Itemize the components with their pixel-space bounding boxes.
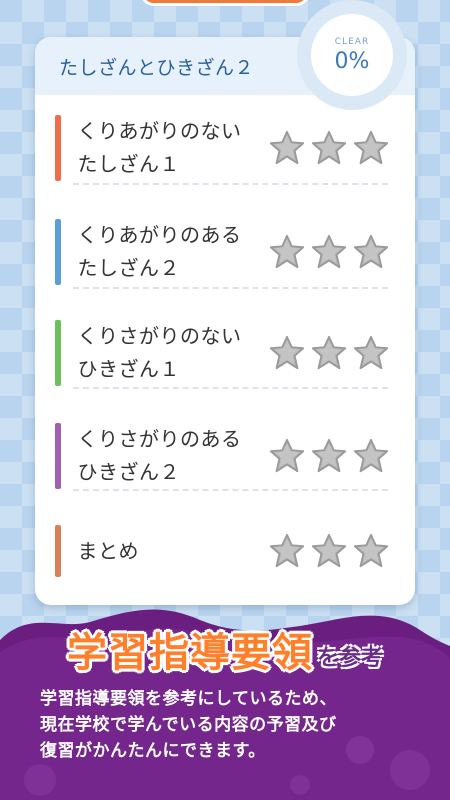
star-icon xyxy=(269,234,305,269)
star-icon xyxy=(311,438,347,473)
clear-percentage: 0% xyxy=(334,48,370,74)
divider xyxy=(73,489,388,491)
clear-badge: CLEAR 0% xyxy=(297,0,407,110)
star-icon xyxy=(353,130,389,165)
star-rating xyxy=(268,129,390,167)
star-icon xyxy=(269,438,305,473)
headline-suffix: を参考 xyxy=(316,646,383,671)
star-icon xyxy=(353,438,389,473)
lesson-title: くりあがりのある たしざん２ xyxy=(77,223,242,280)
divider xyxy=(73,287,388,289)
lesson-item-5[interactable]: まとめ xyxy=(55,525,390,577)
lesson-title: くりさがりのない ひきざん１ xyxy=(77,324,242,381)
star-icon xyxy=(311,533,347,568)
star-icon xyxy=(269,130,305,165)
lesson-item-4[interactable]: くりさがりのある ひきざん２ xyxy=(55,423,390,489)
star-icon xyxy=(311,130,347,165)
clear-label: CLEAR xyxy=(334,36,370,47)
lesson-color-bar xyxy=(55,320,62,386)
promo-description: 学習指導要領を参考にしているため、 現在学校で学んでいる内容の予習及び 復習がか… xyxy=(40,689,337,761)
star-icon xyxy=(311,234,347,269)
top-tab xyxy=(140,0,310,6)
divider xyxy=(73,183,388,185)
star-rating xyxy=(268,437,390,475)
lesson-title: まとめ xyxy=(77,538,139,563)
star-icon xyxy=(269,533,305,568)
clear-badge-inner: CLEAR 0% xyxy=(311,14,393,96)
star-icon xyxy=(311,335,347,370)
star-icon xyxy=(353,234,389,269)
promo-headline: 学習指導要領 を参考 xyxy=(40,620,410,678)
star-icon xyxy=(353,533,389,568)
lesson-item-2[interactable]: くりあがりのある たしざん２ xyxy=(55,219,390,285)
lesson-item-3[interactable]: くりさがりのない ひきざん１ xyxy=(55,320,390,386)
card-title: たしざんとひきざん２ xyxy=(59,56,255,79)
star-icon xyxy=(353,335,389,370)
lesson-title: くりさがりのある ひきざん２ xyxy=(77,427,242,484)
lesson-card: たしざんとひきざん２ くりあがりのない たしざん１ くりあがりのある たしざん２… xyxy=(35,37,415,605)
lesson-color-bar xyxy=(55,423,62,489)
lesson-color-bar xyxy=(55,219,62,285)
star-rating xyxy=(268,334,390,372)
lesson-title: くりあがりのない たしざん１ xyxy=(77,119,242,176)
star-rating xyxy=(268,532,390,570)
headline-text: 学習指導要領 xyxy=(66,630,313,676)
lesson-color-bar xyxy=(55,525,62,577)
lesson-color-bar xyxy=(55,115,62,181)
lesson-item-1[interactable]: くりあがりのない たしざん１ xyxy=(55,115,390,181)
star-rating xyxy=(268,233,390,271)
star-icon xyxy=(269,335,305,370)
divider xyxy=(73,387,388,389)
